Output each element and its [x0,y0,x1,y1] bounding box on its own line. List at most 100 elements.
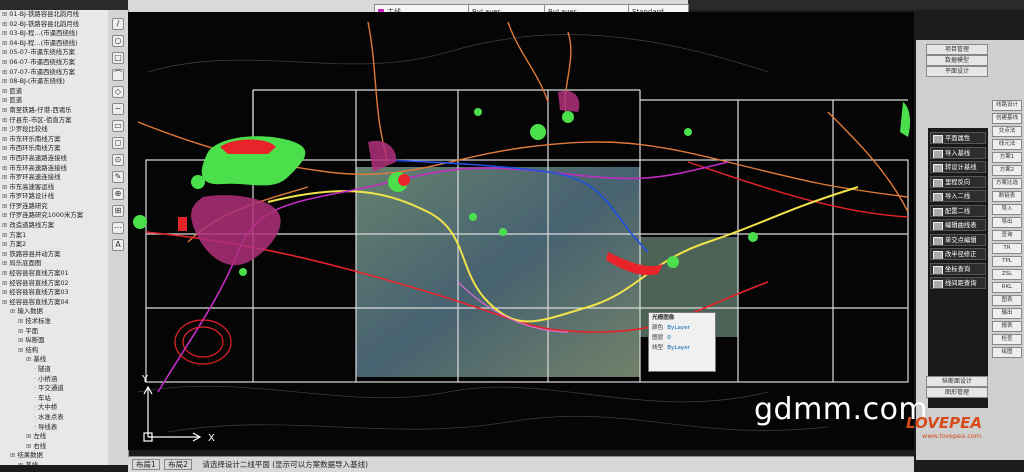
side-command-button[interactable]: 方案1 [992,152,1022,163]
terrain-raster-image[interactable] [356,167,640,377]
side-command-button[interactable]: ZSL [992,269,1022,280]
plan-command-button[interactable]: 里程反向 [930,175,986,188]
property-row[interactable]: 线型 ByLayer [649,343,715,353]
tree-item[interactable]: ⊞ 市东环乐南线方案 [0,135,108,145]
plan-command-button[interactable]: 转设计基线 [930,161,986,173]
tree-expander-icon[interactable]: ⊞ [18,317,23,325]
draw-tool-icon[interactable]: ⊕ [112,188,124,200]
side-command-button[interactable]: 方案比选 [992,178,1022,189]
tree-item[interactable]: ⊞ 匝道 [0,96,108,106]
tree-item[interactable]: ⊞ 市东环高速路连接线 [0,164,108,174]
raster-properties-popup[interactable]: 光栅图像 颜色 ByLayer 图层 0 线型 ByLayer [648,312,716,372]
tree-expander-icon[interactable]: ⊞ [2,221,7,229]
tree-item[interactable]: ⊞ 07-07-市逼西绕线方案 [0,68,108,78]
tree-item[interactable]: ⊞ 方案1 [0,231,108,241]
tree-expander-icon[interactable]: ⊞ [18,327,23,335]
side-command-button[interactable]: 查询 [992,230,1022,241]
tree-expander-icon[interactable]: ⊞ [2,116,7,124]
tree-item[interactable]: ⊞ 平面 [0,327,108,337]
side-command-button[interactable]: 线元法 [992,139,1022,150]
tree-item[interactable]: ⊞ 仔罗连路研究 [0,202,108,212]
tree-expander-icon[interactable]: ⊞ [18,346,23,354]
tree-item[interactable]: ⊞ 03-BJ-程…(市逼西绕线) [0,29,108,39]
tree-item[interactable]: ⊞ 左线 [0,432,108,442]
property-row[interactable]: 图层 0 [649,333,715,343]
tree-item[interactable]: ⊞ 经容县容直线方案04 [0,298,108,308]
side-command-button[interactable]: 导出 [992,217,1022,228]
tree-expander-icon[interactable]: ⊞ [2,211,7,219]
tree-item[interactable]: ⊞ 市罗环路设计线 [0,192,108,202]
tree-expander-icon[interactable]: ⊞ [2,144,7,152]
tree-expander-icon[interactable]: ⊞ [2,96,7,104]
draw-tool-icon[interactable]: ✎ [112,171,124,183]
tree-item[interactable]: ⊞ 经容县容直线方案03 [0,288,108,298]
tree-expander-icon[interactable]: ⊞ [2,154,7,162]
tree-expander-icon[interactable]: ⊞ [10,451,15,459]
side-command-button[interactable]: 交点法 [992,126,1022,137]
plan-command-button[interactable]: 单交点编辑 [930,233,986,246]
tree-expander-icon[interactable]: · [34,384,36,392]
tree-expander-icon[interactable]: ⊞ [2,164,7,172]
tree-expander-icon[interactable]: ⊞ [2,68,7,76]
plan-command-button[interactable]: 编辑曲线表 [930,219,986,231]
tree-expander-icon[interactable]: · [34,394,36,402]
tree-item[interactable]: · 车站 [0,394,108,404]
tree-expander-icon[interactable]: ⊞ [2,87,7,95]
plan-command-button[interactable]: 线间距查询 [930,277,986,289]
draw-tool-icon[interactable]: ~ [112,103,124,115]
draw-tool-icon[interactable]: □ [112,52,124,64]
panel-tab[interactable]: 平面设计 [926,66,988,77]
tree-item[interactable]: ⊞ 局乐底面图 [0,259,108,269]
tree-expander-icon[interactable]: · [34,423,36,431]
panel-tab[interactable]: 项目管理 [926,44,988,55]
panel-section-tab[interactable]: 纵断面设计 [926,376,988,387]
side-command-button[interactable]: TPL [992,256,1022,267]
tree-expander-icon[interactable]: ⊞ [2,231,7,239]
tree-item[interactable]: ⊞ 基线 [0,461,108,465]
drawing-canvas[interactable]: Y X 光栅图像 颜色 ByLayer 图层 0 线型 ByLayer [128,12,914,450]
tree-item[interactable]: ⊞ 基线 [0,355,108,365]
tree-item[interactable]: ⊞ 05-07-市逼东绕线方案 [0,48,108,58]
tree-item[interactable]: ⊞ 01-BJ-铁路容县北韵月线 [0,10,108,20]
tree-expander-icon[interactable]: ⊞ [2,192,7,200]
tree-expander-icon[interactable]: ⊞ [2,279,7,287]
tree-expander-icon[interactable]: ⊞ [2,106,7,114]
tree-item[interactable]: · 导线表 [0,423,108,433]
side-command-button[interactable]: 断链表 [992,191,1022,202]
tree-item[interactable]: · 平交通道 [0,384,108,394]
command-line[interactable]: 布局1 布局2 请选择设计二线平面 (显示可以方案数据导入基线) [128,456,914,472]
tree-item[interactable]: ⊞ 输入数据 [0,307,108,317]
side-command-button[interactable]: 方案2 [992,165,1022,176]
tree-expander-icon[interactable]: · [34,413,36,421]
tree-expander-icon[interactable]: ⊞ [18,336,23,344]
tree-item[interactable]: ⊞ 右线 [0,442,108,452]
draw-tool-icon[interactable]: ⊙ [112,154,124,166]
tree-expander-icon[interactable]: ⊞ [26,355,31,363]
layout-tab-2[interactable]: 布局2 [164,459,192,470]
side-command-button[interactable]: 创建基线 [992,113,1022,124]
tree-expander-icon[interactable]: ⊞ [2,202,7,210]
property-row[interactable]: 颜色 ByLayer [649,323,715,333]
tree-expander-icon[interactable]: ⊞ [2,48,7,56]
tree-item[interactable]: · 小桥涵 [0,375,108,385]
tree-expander-icon[interactable]: · [34,365,36,373]
tree-expander-icon[interactable]: ⊞ [2,135,7,143]
tree-expander-icon[interactable]: ⊞ [26,442,31,450]
tree-expander-icon[interactable]: · [34,403,36,411]
tree-item[interactable]: ⊞ 技术标准 [0,317,108,327]
tree-item[interactable]: ⊞ 铁路容县并动方案 [0,250,108,260]
tree-item[interactable]: ⊞ 南至铁路-仔港-西诸乐 [0,106,108,116]
tree-expander-icon[interactable]: ⊞ [18,461,23,465]
tree-item[interactable]: ⊞ 仔县东-市区-佰直方案 [0,116,108,126]
tree-item[interactable]: ⊞ 经容县容直线方案01 [0,269,108,279]
tree-item[interactable]: ⊞ 少罗段比较线 [0,125,108,135]
draw-tool-icon[interactable]: ▭ [112,120,124,132]
tree-item[interactable]: ⊞ 经容县容直线方案02 [0,279,108,289]
tree-item[interactable]: ⊞ 04-BJ-程…(市逼西绕线) [0,39,108,49]
tree-expander-icon[interactable]: ⊞ [2,58,7,66]
tree-expander-icon[interactable]: ⊞ [2,259,7,267]
draw-tool-icon[interactable]: ⌒ [112,69,124,81]
tree-expander-icon[interactable]: ⊞ [2,240,7,248]
tree-expander-icon[interactable]: ⊞ [2,39,7,47]
tree-item[interactable]: ⊞ 市东高速客运线 [0,183,108,193]
